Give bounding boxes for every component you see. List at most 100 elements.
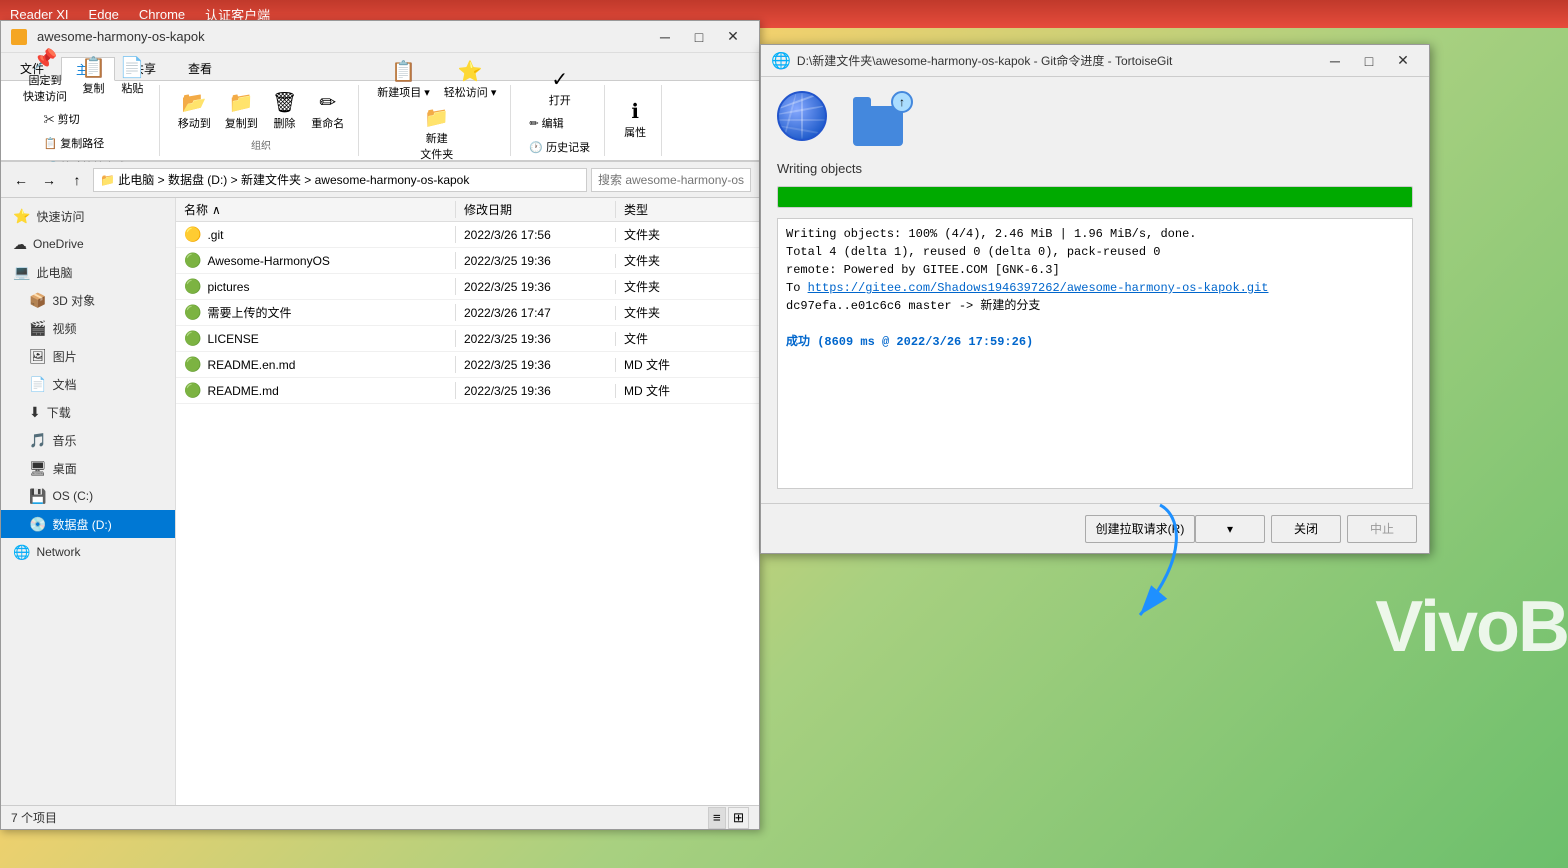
3d-objects-icon: 📦 [29,292,46,309]
videos-icon: 🎬 [29,320,46,337]
tortoise-content: ↑ Writing objects Writing objects: 100% … [761,77,1429,503]
address-input[interactable]: 📁 此电脑 > 数据盘 (D:) > 新建文件夹 > awesome-harmo… [93,168,587,192]
sidebar-item-c-drive[interactable]: 💾 OS (C:) [1,482,175,510]
table-row[interactable]: 🟢 README.md 2022/3/25 19:36 MD 文件 [176,378,759,404]
easy-access-icon: ⭐ [458,62,483,82]
file-list-header: 名称 ∧ 修改日期 类型 [176,198,759,222]
easy-access-button[interactable]: ⭐ 轻松访问 ▾ [438,58,503,104]
column-date[interactable]: 修改日期 [456,201,616,218]
folder-icon: 🟢 [184,304,201,321]
quick-access-icon: ⭐ [13,208,30,225]
sidebar-item-music[interactable]: 🎵 音乐 [1,426,175,454]
minimize-button[interactable]: ─ [649,26,681,48]
clipboard-buttons: 📌 固定到 快速访问 📋 复制 📄 粘贴 [17,46,151,108]
3d-objects-label: 3D 对象 [52,292,95,309]
file-name: Awesome-HarmonyOS [207,254,329,268]
downloads-label: 下载 [47,404,71,421]
sidebar-item-pictures[interactable]: 🖼 图片 [1,342,175,370]
clipboard-group: 📌 固定到 快速访问 📋 复制 📄 粘贴 ✂ 剪切 📋 复制路 [9,85,160,156]
d-drive-label: 数据盘 (D:) [52,516,111,533]
create-pr-split-button: 创建拉取请求(R) ▾ [1085,515,1265,543]
table-row[interactable]: 🟢 需要上传的文件 2022/3/26 17:47 文件夹 [176,300,759,326]
copy-path-button[interactable]: 📋 复制路径 [38,132,133,154]
log-success-line: 成功 (8609 ms @ 2022/3/26 17:59:26) [786,333,1404,351]
sidebar-item-desktop[interactable]: 🖥 桌面 [1,454,175,482]
copy-to-button[interactable]: 📁 复制到 [219,89,264,135]
search-input[interactable] [591,168,751,192]
sidebar-item-documents[interactable]: 📄 文档 [1,370,175,398]
log-line-2: Total 4 (delta 1), reused 0 (delta 0), p… [786,243,1404,261]
sidebar-item-quick-access[interactable]: ⭐ 快速访问 [1,202,175,230]
close-button[interactable]: ✕ [717,26,749,48]
properties-group: ℹ 属性 [609,85,662,156]
pin-icon: 📌 [33,50,58,70]
table-row[interactable]: 🟢 Awesome-HarmonyOS 2022/3/25 19:36 文件夹 [176,248,759,274]
tab-view[interactable]: 查看 [173,56,227,80]
properties-button[interactable]: ℹ 属性 [617,98,653,144]
cancel-button[interactable]: 中止 [1347,515,1417,543]
file-name: 需要上传的文件 [207,304,291,321]
create-pr-button[interactable]: 创建拉取请求(R) [1085,515,1195,543]
sidebar-item-downloads[interactable]: ⬇ 下载 [1,398,175,426]
file-type: MD 文件 [624,358,670,372]
sidebar-item-network[interactable]: 🌐 Network [1,538,175,566]
ribbon-content: 📌 固定到 快速访问 📋 复制 📄 粘贴 ✂ 剪切 📋 复制路 [1,81,759,161]
tortoise-close-button[interactable]: ✕ [1387,50,1419,72]
column-name[interactable]: 名称 ∧ [176,201,456,218]
close-button[interactable]: 关闭 [1271,515,1341,543]
large-icons-view-button[interactable]: ⊞ [728,807,749,829]
onedrive-label: OneDrive [33,237,84,251]
new-item-button[interactable]: 📋 新建项目 ▾ [371,58,436,104]
tortoise-footer: 创建拉取请求(R) ▾ 关闭 中止 [761,503,1429,553]
file-type: 文件夹 [624,254,660,268]
file-date: 2022/3/25 19:36 [464,280,551,294]
up-button[interactable]: ↑ [65,168,89,192]
rename-button[interactable]: ✏ 重命名 [305,89,350,135]
details-view-button[interactable]: ≡ [708,807,726,829]
view-buttons: ≡ ⊞ [708,807,749,829]
file-type: 文件夹 [624,306,660,320]
paste-button[interactable]: 📄 粘贴 [114,54,151,100]
create-pr-dropdown[interactable]: ▾ [1195,515,1265,543]
file-list: 名称 ∧ 修改日期 类型 🟡 .git 2022/3/26 17:56 文件夹 [176,198,759,805]
sidebar-item-onedrive[interactable]: ☁ OneDrive [1,230,175,258]
copy-button[interactable]: 📋 复制 [75,54,112,100]
forward-button[interactable]: → [37,168,61,192]
tortoise-restore-button[interactable]: □ [1353,50,1385,72]
progress-bar-container [777,186,1413,208]
cut-button[interactable]: ✂ 剪切 [38,108,133,130]
tortoise-titlebar: 🌐 D:\新建文件夹\awesome-harmony-os-kapok - Gi… [761,45,1429,77]
back-button[interactable]: ← [9,168,33,192]
file-name: LICENSE [207,332,258,346]
copy-to-icon: 📁 [229,93,254,113]
file-type: 文件夹 [624,228,660,242]
md-file-icon: 🟢 [184,382,201,399]
organize-group: 📂 移动到 📁 复制到 🗑 删除 ✏ 重命名 [164,85,359,156]
desktop-icon: 🖥 [29,460,47,477]
edit-button[interactable]: ✏ 编辑 [523,112,596,134]
new-folder-button[interactable]: 📁 新建 文件夹 [397,104,477,166]
sidebar-item-videos[interactable]: 🎬 视频 [1,314,175,342]
file-date: 2022/3/26 17:56 [464,228,551,242]
sidebar-item-d-drive[interactable]: 💿 数据盘 (D:) [1,510,175,538]
sidebar-item-3d-objects[interactable]: 📦 3D 对象 [1,286,175,314]
git-url-link[interactable]: https://gitee.com/Shadows1946397262/awes… [808,281,1269,295]
open-buttons: ✓ 打开 [542,66,578,112]
sidebar-item-this-pc[interactable]: 💻 此电脑 [1,258,175,286]
table-row[interactable]: 🟢 pictures 2022/3/25 19:36 文件夹 [176,274,759,300]
column-type[interactable]: 类型 [616,201,696,218]
table-row[interactable]: 🟡 .git 2022/3/26 17:56 文件夹 [176,222,759,248]
history-button[interactable]: 🕐 历史记录 [523,136,596,158]
move-to-button[interactable]: 📂 移动到 [172,89,217,135]
folder-icon: 🟡 [184,226,201,243]
pin-button[interactable]: 📌 固定到 快速访问 [17,46,73,108]
tortoise-minimize-button[interactable]: ─ [1319,50,1351,72]
open-button[interactable]: ✓ 打开 [542,66,578,112]
delete-button[interactable]: 🗑 删除 [266,89,303,135]
log-line-1: Writing objects: 100% (4/4), 2.46 MiB | … [786,225,1404,243]
table-row[interactable]: 🟢 LICENSE 2022/3/25 19:36 文件 [176,326,759,352]
music-label: 音乐 [52,432,76,449]
maximize-button[interactable]: □ [683,26,715,48]
table-row[interactable]: 🟢 README.en.md 2022/3/25 19:36 MD 文件 [176,352,759,378]
item-count: 7 个项目 [11,809,57,826]
